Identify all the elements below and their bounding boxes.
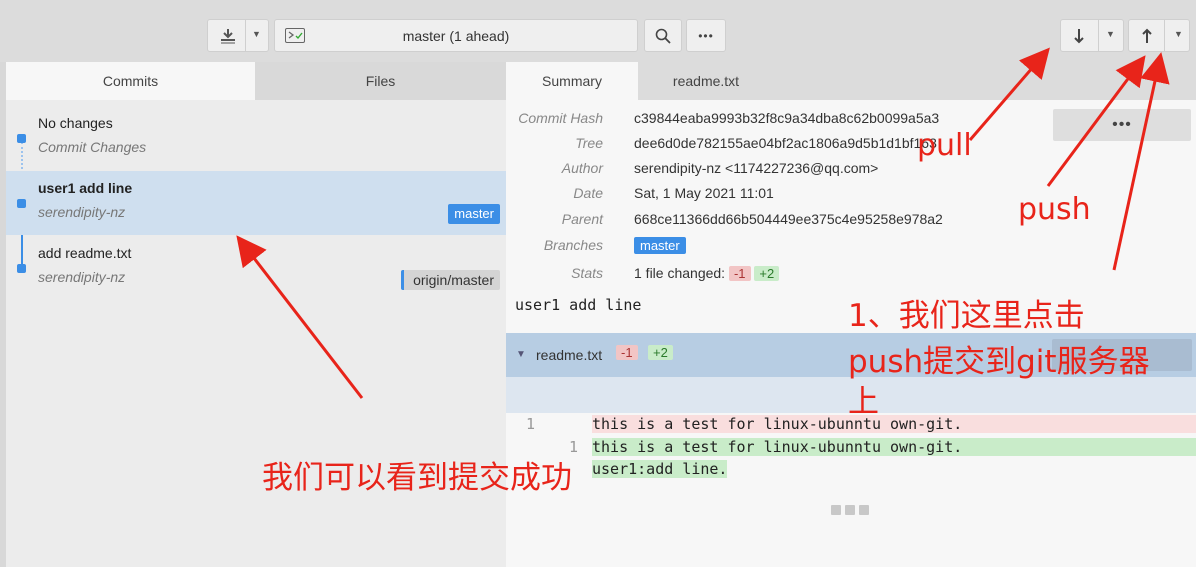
push-button[interactable]: ▼ [1128, 19, 1190, 52]
annotation-push: push [1018, 192, 1091, 227]
chevron-down-icon[interactable]: ▼ [1174, 29, 1183, 39]
additions-badge: +2 [754, 266, 780, 281]
branch-selector[interactable]: master (1 ahead) [274, 19, 638, 52]
right-tabs: Summary readme.txt [506, 62, 1196, 100]
chevron-down-icon[interactable]: ▼ [252, 29, 261, 39]
commit-title: No changes [38, 115, 113, 131]
branch-badge-master[interactable]: master [634, 237, 686, 254]
annotation-success: 我们可以看到提交成功 [262, 460, 572, 496]
commit-row[interactable]: add readme.txt serendipity-nz origin/mas… [6, 236, 506, 300]
branch-label: master (1 ahead) [402, 28, 510, 44]
arrow-up-icon [1142, 28, 1152, 43]
stats-text: 1 file changed: [634, 265, 726, 281]
expand-more-icon[interactable] [831, 505, 869, 515]
commit-title: user1 add line [38, 180, 133, 196]
deletions-badge: -1 [728, 266, 751, 281]
file-deletions-badge: -1 [616, 345, 638, 360]
details-more-button[interactable]: ••• [1053, 109, 1191, 141]
left-tabs: Commits Files [6, 62, 506, 100]
diff-file-name: readme.txt [536, 347, 603, 363]
search-button[interactable] [644, 19, 682, 52]
annotation-step1-line3: 上 [848, 384, 879, 420]
arrow-down-icon [1074, 29, 1084, 44]
commit-row-uncommitted[interactable]: No changes Commit Changes [6, 106, 506, 170]
commit-author: serendipity-nz [38, 269, 126, 285]
meta-stats: Stats 1 file changed: -1 +2 [506, 261, 1196, 285]
diff-line-added: 1 this is a test for linux-ubunntu own-g… [506, 436, 1196, 458]
stash-icon [221, 29, 235, 44]
commit-node [17, 134, 26, 143]
more-icon: ••• [698, 28, 714, 43]
commit-row-selected[interactable]: user1 add line serendipity-nz master [6, 171, 506, 235]
pull-button[interactable]: ▼ [1060, 19, 1124, 52]
commit-hash-value[interactable]: c39844eaba9993b32f8c9a34dba8c62b0099a5a3 [634, 110, 939, 126]
date-value: Sat, 1 May 2021 11:01 [634, 185, 774, 201]
commit-node [17, 199, 26, 208]
search-icon [655, 28, 671, 44]
parent-value[interactable]: 668ce11366dd66b504449ee375c4e95258e978a2 [634, 211, 943, 227]
tab-files[interactable]: Files [255, 62, 506, 100]
tab-commits[interactable]: Commits [6, 62, 255, 100]
tab-readme[interactable]: readme.txt [638, 62, 774, 100]
meta-branches: Branches master [506, 233, 1196, 257]
commit-node [17, 264, 26, 273]
annotation-pull: pull [917, 128, 972, 163]
commit-message: user1 add line [515, 296, 642, 314]
branch-badge-master: master [448, 204, 500, 224]
toolbar: ▼ master (1 ahead) ••• ▼ ▼ [0, 0, 1196, 62]
meta-date: Date Sat, 1 May 2021 11:01 [573, 185, 774, 201]
app-window: ▼ master (1 ahead) ••• ▼ ▼ Commits Files… [0, 0, 1196, 567]
author-value: serendipity-nz <1174227236@qq.com> [634, 160, 879, 176]
branch-badge-origin-master: origin/master [401, 270, 500, 290]
tree-value[interactable]: dee6d0de782155ae04bf2ac1806a9d5b1d1bf163 [634, 135, 937, 151]
commit-author: serendipity-nz [38, 204, 126, 220]
collapse-triangle-icon[interactable]: ▼ [516, 349, 526, 360]
tab-summary[interactable]: Summary [506, 62, 638, 100]
commit-title: add readme.txt [38, 245, 132, 261]
meta-author: Author serendipity-nz <1174227236@qq.com… [561, 160, 879, 176]
chevron-down-icon[interactable]: ▼ [1106, 29, 1115, 39]
annotation-step1-line1: 1、我们这里点击 [848, 298, 1085, 334]
more-button[interactable]: ••• [686, 19, 726, 52]
commit-subtitle: Commit Changes [38, 139, 147, 155]
diff-line-added: user1:add line. [592, 460, 728, 478]
file-additions-badge: +2 [648, 345, 673, 360]
annotation-step1-line2: push提交到git服务器 [848, 344, 1150, 380]
stash-button[interactable]: ▼ [207, 19, 269, 52]
meta-parent: Parent 668ce11366dd66b504449ee375c4e9525… [561, 211, 943, 227]
